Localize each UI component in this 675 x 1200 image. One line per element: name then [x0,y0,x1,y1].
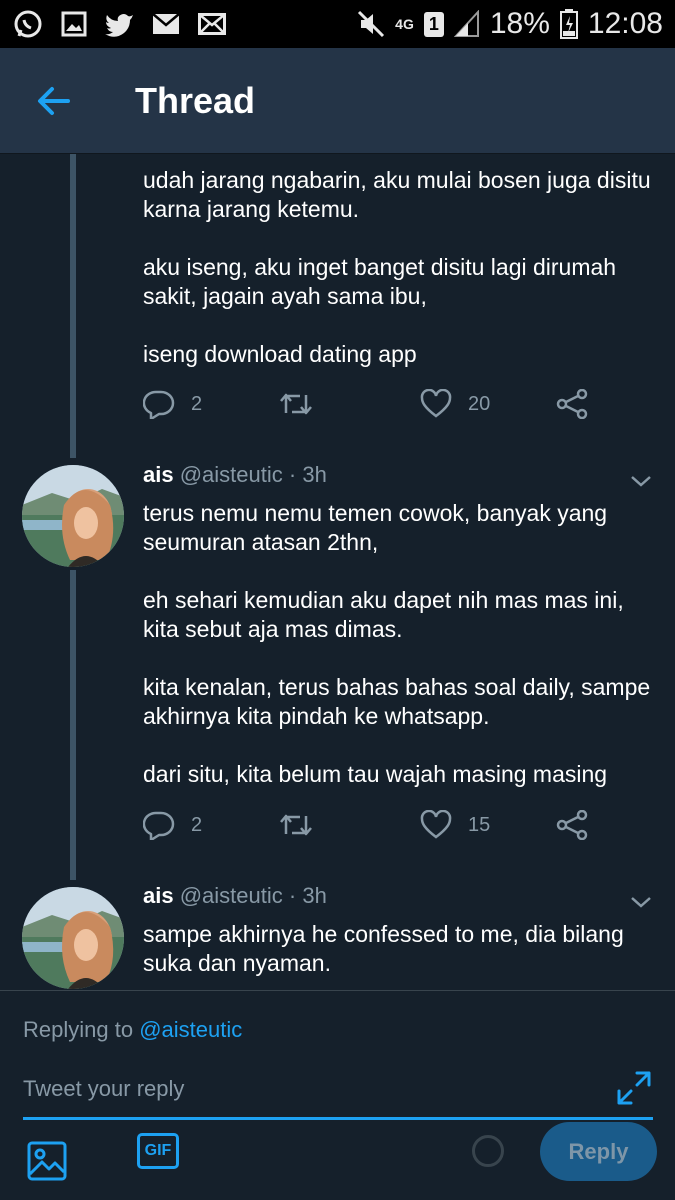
reply-input[interactable] [23,1071,613,1107]
reply-button[interactable]: Reply [540,1122,657,1181]
message-icon [196,8,228,40]
like-action[interactable]: 20 [420,384,490,424]
avatar[interactable] [22,887,124,989]
like-count: 15 [468,813,491,836]
share-icon [556,389,588,419]
tweet-header: ais @aisteutic · 3h [143,881,327,911]
share-action[interactable] [556,805,588,845]
retweet-action[interactable] [279,384,313,424]
share-action[interactable] [556,384,588,424]
replying-to: Replying to @aisteutic [23,1017,242,1043]
input-underline [23,1117,653,1120]
tweet-actions: 2 20 [143,384,603,424]
thread-connector-line [70,570,76,880]
user-handle[interactable]: @aisteutic [180,883,283,908]
reply-count: 2 [191,392,203,415]
add-gif-button[interactable]: GIF [137,1133,179,1169]
user-name[interactable]: ais [143,883,174,908]
battery-percentage: 18% [489,7,550,40]
user-name[interactable]: ais [143,462,174,487]
expand-composer-button[interactable] [615,1069,653,1107]
chevron-down-icon [631,897,651,908]
tweet-text: udah jarang ngabarin, aku mulai bosen ju… [143,167,651,367]
timestamp: 3h [302,462,327,487]
twitter-icon [104,8,136,40]
like-count: 20 [468,392,491,415]
expand-icon [617,1071,651,1105]
replying-mention[interactable]: @aisteutic [139,1017,242,1042]
back-arrow-icon [38,87,70,115]
user-handle[interactable]: @aisteutic [180,462,283,487]
like-action[interactable]: 15 [420,805,490,845]
reply-count: 2 [191,813,203,836]
reply-icon [143,811,175,840]
replying-prefix: Replying to [23,1017,134,1042]
tweet-actions: 2 15 [143,805,603,845]
status-bar: 4G 1 18% 12:08 [0,0,675,48]
network-type: 4G [395,16,414,32]
timestamp: 3h [302,883,327,908]
gallery-icon [58,8,90,40]
character-counter [472,1135,504,1167]
image-icon [27,1141,67,1181]
mute-icon [357,10,385,38]
battery-icon [559,9,578,39]
app-header: Thread [0,48,675,154]
reply-composer: Replying to @aisteutic GIF Reply [0,990,675,1200]
back-button[interactable] [30,78,76,124]
avatar[interactable] [22,465,124,567]
whatsapp-icon [12,8,44,40]
tweet-menu-button[interactable] [626,887,656,917]
heart-icon [420,389,452,418]
separator-dot: · [288,462,297,487]
chevron-down-icon [631,476,651,487]
retweet-icon [280,393,312,415]
thread-connector-line [70,154,76,458]
signal-icon [453,10,480,38]
tweet-text: sampe akhirnya he confessed to me, dia b… [143,921,624,976]
page-title: Thread [135,80,256,121]
share-icon [556,810,588,840]
retweet-action[interactable] [279,805,313,845]
sim-badge: 1 [423,11,444,37]
thread-list[interactable]: udah jarang ngabarin, aku mulai bosen ju… [0,154,675,990]
reply-icon [143,390,175,419]
tweet-text: terus nemu nemu temen cowok, banyak yang… [143,500,651,787]
tweet-menu-button[interactable] [626,466,656,496]
mail-icon [150,8,182,40]
tweet-header: ais @aisteutic · 3h [143,460,327,490]
reply-action[interactable]: 2 [143,384,202,424]
add-photo-button[interactable] [27,1141,67,1181]
clock: 12:08 [587,7,663,40]
heart-icon [420,810,452,839]
separator-dot: · [288,883,297,908]
reply-action[interactable]: 2 [143,805,202,845]
retweet-icon [280,814,312,836]
